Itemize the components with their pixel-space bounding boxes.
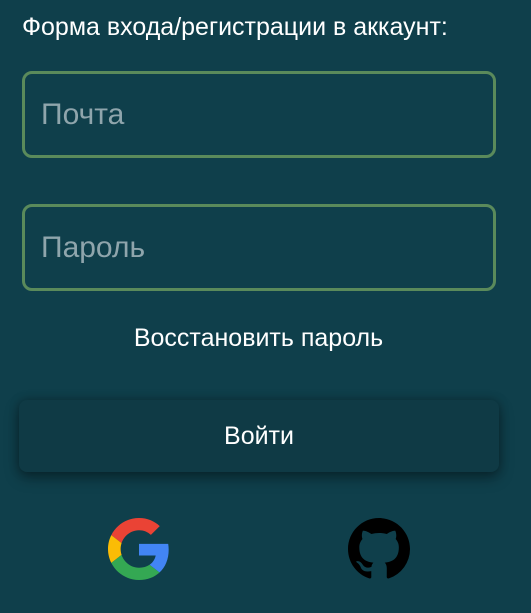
restore-password-link[interactable]: Восстановить пароль — [0, 322, 517, 354]
github-icon — [348, 518, 410, 579]
login-button[interactable]: Войти — [19, 400, 499, 472]
google-login-button[interactable] — [108, 518, 170, 580]
github-login-button[interactable] — [348, 518, 410, 580]
email-field[interactable] — [22, 71, 496, 158]
google-icon — [108, 518, 169, 580]
password-field[interactable] — [22, 204, 496, 291]
form-title: Форма входа/регистрации в аккаунт: — [22, 13, 448, 41]
login-form: Форма входа/регистрации в аккаунт: Восст… — [0, 0, 531, 613]
